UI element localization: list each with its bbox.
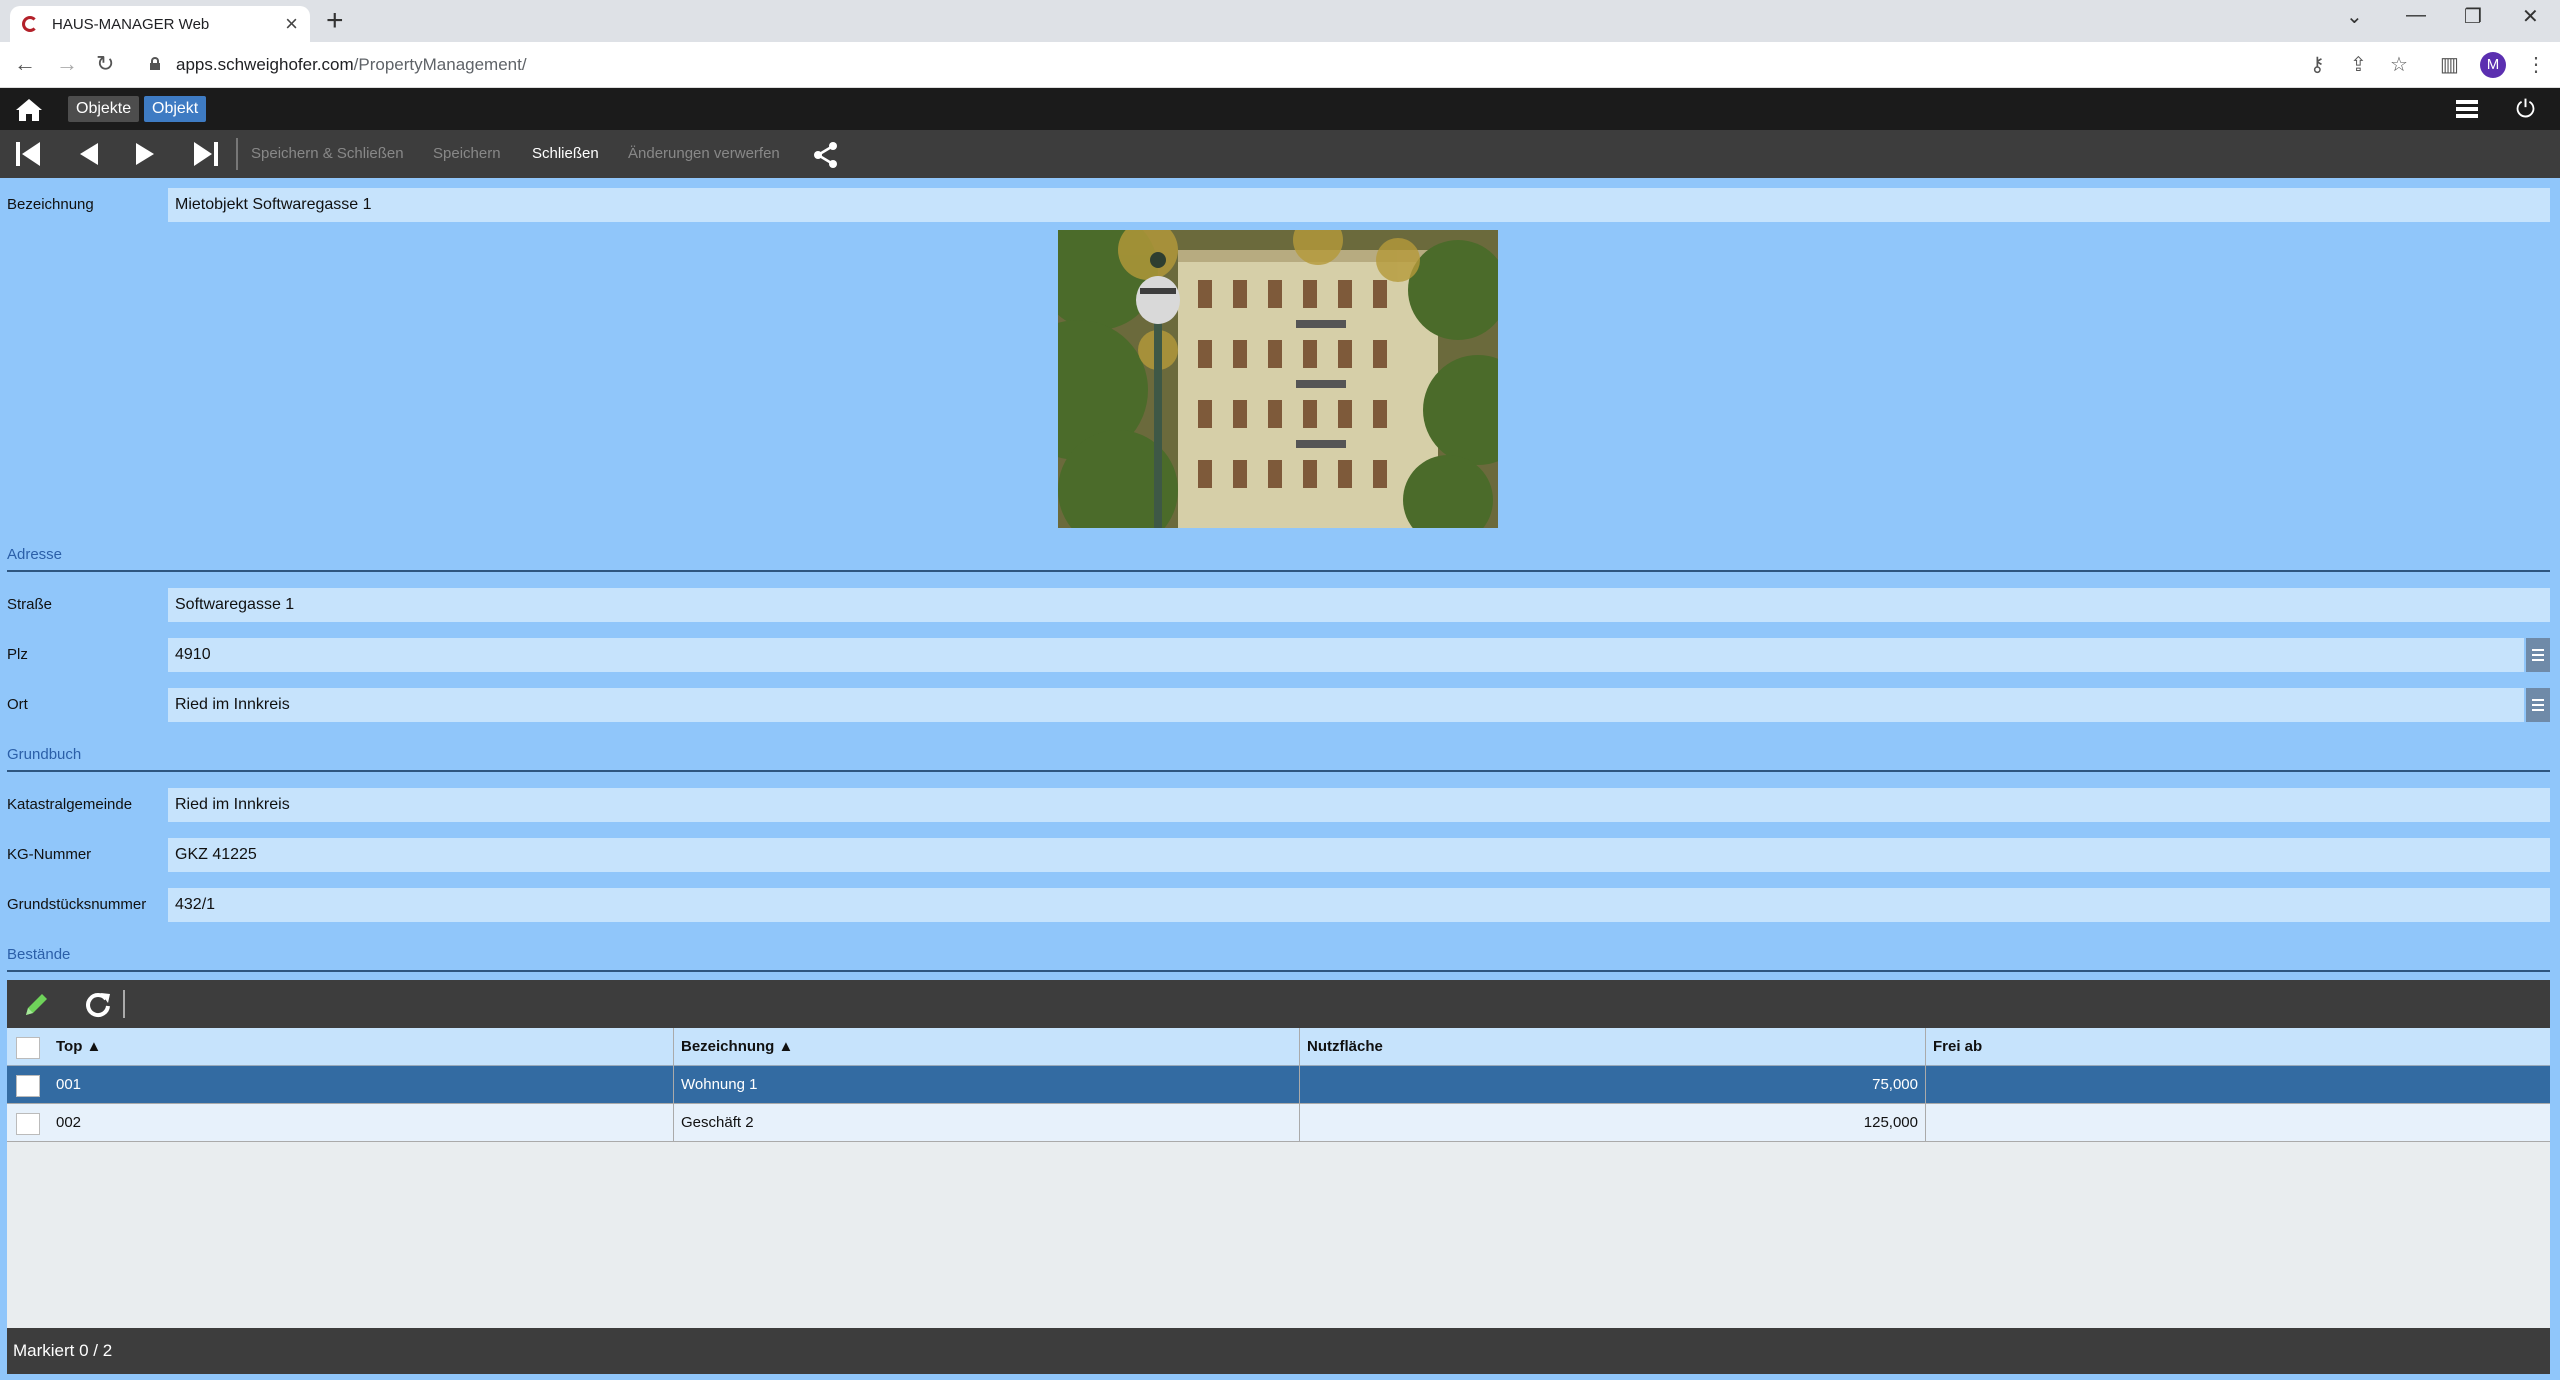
ort-lookup-list-icon[interactable] bbox=[2526, 688, 2550, 722]
grundstuecksnummer-label: Grundstücksnummer bbox=[7, 896, 147, 913]
strasse-label: Straße bbox=[7, 596, 53, 613]
share-page-icon[interactable]: ⇪ bbox=[2350, 52, 2367, 77]
back-icon[interactable]: ← bbox=[14, 50, 36, 78]
section-adresse: Adresse bbox=[7, 546, 2550, 572]
cell-nutzflaeche: 125,000 bbox=[1300, 1104, 1926, 1142]
grundstuecksnummer-field[interactable]: 432/1 bbox=[168, 888, 2550, 922]
table-row[interactable]: 002 Geschäft 2 125,000 bbox=[7, 1104, 2550, 1142]
cell-top: 001 bbox=[49, 1066, 674, 1104]
grid-toolbar bbox=[7, 980, 2550, 1028]
section-grundbuch: Grundbuch bbox=[7, 746, 2550, 772]
breadcrumb-objekt[interactable]: Objekt bbox=[144, 96, 207, 122]
minimize-icon[interactable]: — bbox=[2406, 4, 2426, 27]
cell-nutzflaeche: 75,000 bbox=[1300, 1066, 1926, 1104]
previous-record-icon[interactable] bbox=[76, 140, 102, 168]
logout-power-icon[interactable]: ⏻ bbox=[2516, 96, 2535, 124]
close-button[interactable]: Schließen bbox=[532, 145, 599, 162]
bestaende-grid: Top ▲ Bezeichnung ▲ Nutzfläche Frei ab 0… bbox=[7, 1028, 2550, 1328]
app-header: Objekte Objekt ⏻ bbox=[0, 88, 2560, 130]
kg-nummer-label: KG-Nummer bbox=[7, 846, 92, 863]
cell-frei-ab bbox=[1926, 1104, 2550, 1142]
new-tab-icon[interactable]: + bbox=[326, 6, 344, 36]
grid-header-row: Top ▲ Bezeichnung ▲ Nutzfläche Frei ab bbox=[7, 1028, 2550, 1066]
last-record-icon[interactable] bbox=[192, 140, 220, 168]
ort-label: Ort bbox=[7, 696, 28, 713]
row-checkbox[interactable] bbox=[16, 1075, 40, 1097]
record-toolbar: Speichern & Schließen Speichern Schließe… bbox=[0, 130, 2560, 178]
share-icon[interactable] bbox=[812, 141, 840, 169]
app-favicon-icon bbox=[22, 16, 38, 32]
home-icon[interactable] bbox=[14, 97, 44, 123]
plz-field[interactable]: 4910 bbox=[168, 638, 2524, 672]
cell-top: 002 bbox=[49, 1104, 674, 1142]
column-header-frei-ab[interactable]: Frei ab bbox=[1926, 1028, 2550, 1066]
toolbar-divider bbox=[236, 138, 238, 170]
grid-footer-status: Markiert 0 / 2 bbox=[7, 1328, 2550, 1374]
column-header-bezeichnung[interactable]: Bezeichnung ▲ bbox=[674, 1028, 1300, 1066]
katastralgemeinde-field[interactable]: Ried im Innkreis bbox=[168, 788, 2550, 822]
row-checkbox[interactable] bbox=[16, 1113, 40, 1135]
browser-tab[interactable]: HAUS-MANAGER Web × bbox=[10, 6, 310, 42]
plz-label: Plz bbox=[7, 646, 28, 663]
bookmark-star-icon[interactable]: ☆ bbox=[2390, 52, 2408, 77]
plz-lookup-list-icon[interactable] bbox=[2526, 638, 2550, 672]
table-row[interactable]: 001 Wohnung 1 75,000 bbox=[7, 1066, 2550, 1104]
key-icon[interactable]: ⚷ bbox=[2310, 52, 2325, 77]
column-header-nutzflaeche[interactable]: Nutzfläche bbox=[1300, 1028, 1926, 1066]
save-and-close-button[interactable]: Speichern & Schließen bbox=[251, 145, 404, 162]
breadcrumb-objekte[interactable]: Objekte bbox=[68, 96, 140, 122]
section-bestaende: Bestände bbox=[7, 946, 2550, 972]
address-bar: ← → ↻ apps.schweighofer.com/PropertyMana… bbox=[0, 42, 2560, 88]
cell-bezeichnung: Geschäft 2 bbox=[674, 1104, 1300, 1142]
browser-menu-icon[interactable]: ⋮ bbox=[2526, 52, 2546, 77]
close-tab-icon[interactable]: × bbox=[285, 13, 298, 35]
edit-pencil-icon[interactable] bbox=[21, 990, 51, 1020]
cell-frei-ab bbox=[1926, 1066, 2550, 1104]
tab-search-icon[interactable]: ⌄ bbox=[2346, 4, 2363, 29]
column-header-top[interactable]: Top ▲ bbox=[49, 1028, 674, 1066]
bezeichnung-field[interactable]: Mietobjekt Softwaregasse 1 bbox=[168, 188, 2550, 222]
cell-bezeichnung: Wohnung 1 bbox=[674, 1066, 1300, 1104]
katastralgemeinde-label: Katastralgemeinde bbox=[7, 796, 133, 813]
select-all-checkbox[interactable] bbox=[16, 1037, 40, 1059]
close-window-icon[interactable]: ✕ bbox=[2522, 4, 2539, 29]
hamburger-menu-icon[interactable] bbox=[2456, 100, 2478, 118]
save-button[interactable]: Speichern bbox=[433, 145, 501, 162]
next-record-icon[interactable] bbox=[132, 140, 158, 168]
restore-icon[interactable]: ❐ bbox=[2464, 4, 2482, 29]
first-record-icon[interactable] bbox=[14, 140, 42, 168]
grid-toolbar-divider bbox=[123, 990, 125, 1018]
lock-icon[interactable] bbox=[150, 57, 160, 70]
refresh-icon[interactable] bbox=[83, 990, 113, 1020]
kg-nummer-field[interactable]: GKZ 41225 bbox=[168, 838, 2550, 872]
side-panel-icon[interactable]: ▥ bbox=[2440, 52, 2459, 77]
reload-icon[interactable]: ↻ bbox=[96, 50, 114, 78]
tab-title: HAUS-MANAGER Web bbox=[52, 15, 210, 33]
profile-avatar[interactable]: M bbox=[2480, 52, 2506, 78]
browser-tab-bar: HAUS-MANAGER Web × + ⌄ — ❐ ✕ bbox=[0, 0, 2560, 42]
discard-changes-button[interactable]: Änderungen verwerfen bbox=[628, 145, 780, 162]
property-photo bbox=[1058, 230, 1498, 528]
forward-icon[interactable]: → bbox=[56, 50, 78, 78]
bezeichnung-label: Bezeichnung bbox=[7, 196, 94, 213]
ort-field[interactable]: Ried im Innkreis bbox=[168, 688, 2524, 722]
url-field[interactable]: apps.schweighofer.com/PropertyManagement… bbox=[176, 55, 527, 75]
strasse-field[interactable]: Softwaregasse 1 bbox=[168, 588, 2550, 622]
